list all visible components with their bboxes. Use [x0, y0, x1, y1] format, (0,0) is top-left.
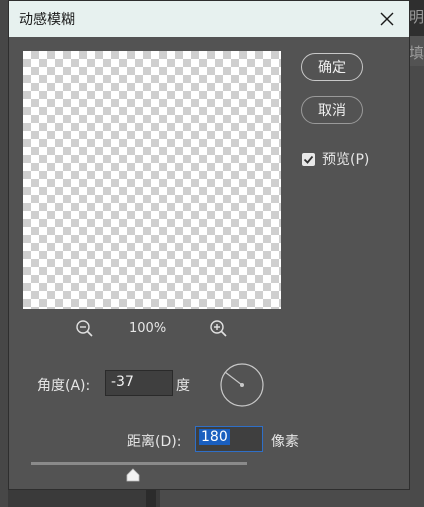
- checkmark-icon: [303, 155, 314, 164]
- preview-checkbox-row[interactable]: 预览(P): [302, 149, 369, 169]
- angle-dial[interactable]: [219, 362, 265, 408]
- preview-label: 预览(P): [322, 152, 370, 168]
- background-glyph: 明: [409, 8, 424, 26]
- zoom-out-icon: [76, 320, 93, 337]
- ok-button[interactable]: 确定: [301, 53, 363, 81]
- background-bar: [160, 490, 410, 507]
- distance-value: 180: [199, 429, 230, 445]
- zoom-out-button[interactable]: [75, 319, 95, 339]
- cancel-button[interactable]: 取消: [301, 96, 363, 124]
- distance-unit: 像素: [271, 434, 299, 450]
- motion-blur-dialog: 动感模糊 100% 确定 取消 预览(P) 角度(A): -37 度 距离(D)…: [8, 0, 410, 490]
- background-bar: [146, 490, 156, 507]
- background-glyph: 填: [409, 44, 424, 62]
- close-button[interactable]: [375, 7, 399, 31]
- slider-thumb-icon: [126, 468, 139, 482]
- distance-label: 距离(D):: [127, 434, 182, 450]
- zoom-level: 100%: [129, 321, 167, 336]
- dialog-title: 动感模糊: [19, 12, 75, 28]
- angle-label: 角度(A):: [37, 378, 91, 394]
- background-panel-left: [0, 0, 8, 507]
- preview-canvas[interactable]: [23, 51, 281, 309]
- preview-checkbox[interactable]: [302, 152, 315, 166]
- angle-unit: 度: [176, 378, 190, 394]
- background-panel-bottom: [8, 490, 410, 507]
- distance-slider-track[interactable]: [31, 462, 247, 465]
- zoom-in-button[interactable]: [209, 319, 229, 339]
- angle-dial-icon: [220, 363, 264, 407]
- close-icon: [380, 12, 394, 26]
- distance-slider-thumb[interactable]: [126, 467, 140, 482]
- background-panel-right: [410, 0, 424, 507]
- distance-input[interactable]: 180: [195, 426, 263, 452]
- angle-input[interactable]: -37: [105, 370, 173, 396]
- dialog-titlebar[interactable]: 动感模糊: [9, 1, 409, 37]
- zoom-in-icon: [210, 320, 227, 337]
